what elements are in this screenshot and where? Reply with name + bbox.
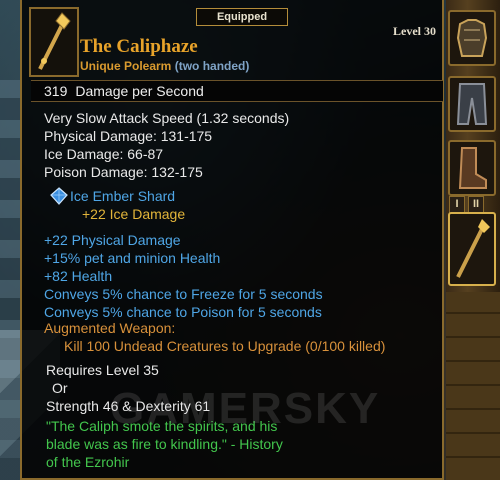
polearm-icon <box>38 12 71 70</box>
socket-gem-name: Ice Ember Shard <box>70 188 176 204</box>
item-level: Level 30 <box>393 24 436 38</box>
equipment-lower-panel <box>446 292 500 480</box>
poison-damage: Poison Damage: 132-175 <box>44 164 203 180</box>
equipped-tab: Equipped <box>196 8 288 26</box>
enchant-minion-health: +15% pet and minion Health <box>44 250 221 266</box>
augment-label: Augmented Weapon: <box>44 320 176 336</box>
dps-value: 319 <box>44 83 68 99</box>
socket-gem-bonus: +22 Ice Damage <box>82 206 186 222</box>
enchant-health: +82 Health <box>44 268 113 284</box>
dps-label: Damage per Second <box>75 83 204 99</box>
augment-detail: Kill 100 Undead Creatures to Upgrade (0/… <box>64 338 386 354</box>
pants-slot-icon <box>456 83 488 125</box>
armor-slot-icon <box>456 19 488 57</box>
attack-speed: Very Slow Attack Speed (1.32 seconds) <box>44 110 290 126</box>
item-type: Unique Polearm (two handed) <box>80 59 249 73</box>
boots-slot-icon <box>458 147 487 189</box>
requirement-or: Or <box>52 380 68 396</box>
weapon-slot[interactable] <box>448 212 496 286</box>
lore-line-3: of the Ezrohir <box>46 454 130 470</box>
ice-damage: Ice Damage: 66-87 <box>44 146 164 162</box>
watermark: GAMERSKY <box>110 384 381 433</box>
enchant-physical: +22 Physical Damage <box>44 232 181 248</box>
pants-slot[interactable] <box>448 76 496 132</box>
lore-line-2: blade was as fire to kindling." - Histor… <box>46 436 283 452</box>
item-rarity-type: Unique Polearm <box>80 59 172 73</box>
item-name: The Caliphaze <box>80 36 198 57</box>
physical-damage: Physical Damage: 131-175 <box>44 128 213 144</box>
dps-bar: 319 Damage per Second <box>31 80 443 102</box>
ice-gem-icon <box>50 187 68 205</box>
boots-slot[interactable] <box>448 140 496 196</box>
item-icon <box>29 7 79 77</box>
enchant-freeze: Conveys 5% chance to Freeze for 5 second… <box>44 286 323 302</box>
polearm-slot-icon <box>456 219 490 278</box>
item-handedness: (two handed) <box>174 59 250 73</box>
requirement-level: Requires Level 35 <box>46 362 159 378</box>
enchant-poison: Conveys 5% chance to Poison for 5 second… <box>44 304 322 320</box>
armor-slot[interactable] <box>448 10 496 66</box>
